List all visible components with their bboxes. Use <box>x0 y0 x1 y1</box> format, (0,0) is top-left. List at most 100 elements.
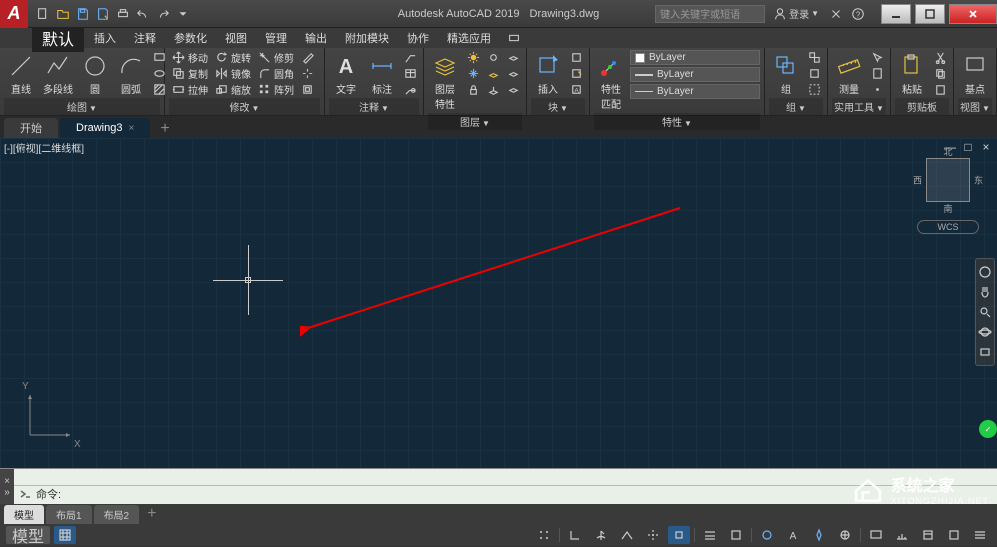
command-input[interactable] <box>65 488 997 500</box>
qat-dropdown-icon[interactable] <box>174 5 192 23</box>
group-edit-icon[interactable] <box>805 66 823 81</box>
status-cycle-icon[interactable] <box>756 526 778 544</box>
window-maximize-button[interactable] <box>915 4 945 24</box>
panel-view-label[interactable]: 视图▼ <box>958 98 992 115</box>
status-grid-icon[interactable] <box>54 526 76 544</box>
viewcube[interactable]: 北 南 东 西 WCS <box>917 158 979 234</box>
calc-icon[interactable] <box>868 66 886 81</box>
block-create-icon[interactable] <box>567 50 585 65</box>
trim-button[interactable]: 修剪 <box>255 50 296 65</box>
panel-utilities-label[interactable]: 实用工具▼ <box>832 98 886 115</box>
status-lwt-icon[interactable] <box>699 526 721 544</box>
mirror-button[interactable]: 镜像 <box>212 66 253 81</box>
drawing-viewport[interactable]: [-][俯视][二维线框] — □ × X Y 北 南 东 西 WCS <box>0 138 997 468</box>
dimension-button[interactable]: 标注 <box>365 50 399 98</box>
layer-lock-icon[interactable] <box>464 82 482 97</box>
erase-icon[interactable] <box>298 50 316 65</box>
nav-pan-icon[interactable] <box>978 285 992 299</box>
ribbon-tab-manage[interactable]: 管理 <box>257 28 295 48</box>
autodesk-signin-badge[interactable]: ✓ <box>979 420 997 438</box>
layer-off-icon[interactable] <box>484 50 502 65</box>
paste-special-icon[interactable] <box>931 82 949 97</box>
cut-icon[interactable] <box>931 50 949 65</box>
layer-b-icon[interactable] <box>504 66 522 81</box>
move-button[interactable]: 移动 <box>169 50 210 65</box>
help-search-input[interactable]: 键入关键字或短语 <box>655 5 765 23</box>
ribbon-tab-featured[interactable]: 精选应用 <box>439 28 499 48</box>
layer-match-icon[interactable] <box>484 84 502 99</box>
window-minimize-button[interactable] <box>881 4 911 24</box>
qat-saveas-icon[interactable] <box>94 5 112 23</box>
status-osnap-icon[interactable] <box>668 526 690 544</box>
mleader-icon[interactable] <box>401 82 419 97</box>
panel-block-label[interactable]: 块▼ <box>531 98 585 115</box>
status-model-button[interactable]: 模型 <box>6 526 50 544</box>
leader-icon[interactable] <box>401 50 419 65</box>
linetype-combo[interactable]: ByLayer <box>630 84 760 99</box>
help-icon[interactable]: ? <box>849 5 867 23</box>
command-line-handle[interactable]: ×» <box>0 469 14 504</box>
line-button[interactable]: 直线 <box>4 50 38 98</box>
login-button[interactable]: 登录▼ <box>769 6 823 21</box>
status-iso-icon[interactable] <box>616 526 638 544</box>
scale-button[interactable]: 缩放 <box>212 82 253 97</box>
copy-button[interactable]: 复制 <box>169 66 210 81</box>
status-annovis-icon[interactable] <box>808 526 830 544</box>
ribbon-tab-annotate[interactable]: 注释 <box>126 28 164 48</box>
copy-clip-icon[interactable] <box>931 66 949 81</box>
ribbon-tab-more-icon[interactable] <box>505 29 523 47</box>
qat-save-icon[interactable] <box>74 5 92 23</box>
arc-button[interactable]: 圆弧 <box>114 50 148 98</box>
polyline-button[interactable]: 多段线 <box>40 50 76 98</box>
explode-icon[interactable] <box>298 66 316 81</box>
qat-plot-icon[interactable] <box>114 5 132 23</box>
layer-iso-icon[interactable] <box>484 67 502 82</box>
select-icon[interactable] <box>868 50 886 65</box>
point-icon[interactable] <box>868 82 886 97</box>
measure-button[interactable]: 测量 <box>832 50 866 98</box>
ribbon-tab-parametric[interactable]: 参数化 <box>166 28 215 48</box>
circle-button[interactable]: 圜 <box>78 50 112 98</box>
qat-redo-icon[interactable] <box>154 5 172 23</box>
status-clean-icon[interactable] <box>943 526 965 544</box>
layer-sun-icon[interactable] <box>464 50 482 65</box>
color-combo[interactable]: ByLayer <box>630 50 760 65</box>
layout-tab-model[interactable]: 模型 <box>4 505 44 524</box>
status-custom-icon[interactable] <box>969 526 991 544</box>
window-close-button[interactable] <box>949 4 997 24</box>
group-bb-icon[interactable] <box>805 82 823 97</box>
app-logo[interactable]: A <box>0 0 28 28</box>
array-button[interactable]: 阵列 <box>255 82 296 97</box>
ungroup-icon[interactable] <box>805 50 823 65</box>
status-ws-icon[interactable] <box>834 526 856 544</box>
layout-tab-add-button[interactable]: + <box>141 505 162 523</box>
status-otrack-icon[interactable] <box>642 526 664 544</box>
viewport-label[interactable]: [-][俯视][二维线框] <box>4 140 84 155</box>
exchange-icon[interactable] <box>827 5 845 23</box>
panel-properties-label[interactable]: 特性▼ <box>594 113 760 130</box>
layer-freeze-icon[interactable] <box>464 66 482 81</box>
panel-draw-label[interactable]: 绘图▼ <box>4 98 160 115</box>
text-button[interactable]: A文字 <box>329 50 363 98</box>
offset-icon[interactable] <box>298 82 316 97</box>
layer-properties-button[interactable]: 图层 特性 <box>428 50 462 113</box>
qat-open-icon[interactable] <box>54 5 72 23</box>
status-units-icon[interactable] <box>891 526 913 544</box>
layout-tab-1[interactable]: 布局1 <box>46 505 92 524</box>
nav-zoom-icon[interactable] <box>978 305 992 319</box>
panel-group-label[interactable]: 组▼ <box>769 98 823 115</box>
panel-annotation-label[interactable]: 注释▼ <box>329 98 419 115</box>
status-polar-icon[interactable] <box>590 526 612 544</box>
status-transparency-icon[interactable] <box>725 526 747 544</box>
layout-tab-2[interactable]: 布局2 <box>94 505 140 524</box>
qat-undo-icon[interactable] <box>134 5 152 23</box>
layer-a-icon[interactable] <box>504 50 522 65</box>
file-tab-add-button[interactable]: + <box>152 120 177 138</box>
rotate-button[interactable]: 旋转 <box>212 50 253 65</box>
ribbon-tab-addins[interactable]: 附加模块 <box>337 28 397 48</box>
vp-close-icon[interactable]: × <box>979 140 993 154</box>
file-tab-close-icon[interactable]: × <box>128 123 134 134</box>
ribbon-tab-collaborate[interactable]: 协作 <box>399 28 437 48</box>
status-annoscale-icon[interactable]: A <box>782 526 804 544</box>
panel-layers-label[interactable]: 图层▼ <box>428 113 522 130</box>
